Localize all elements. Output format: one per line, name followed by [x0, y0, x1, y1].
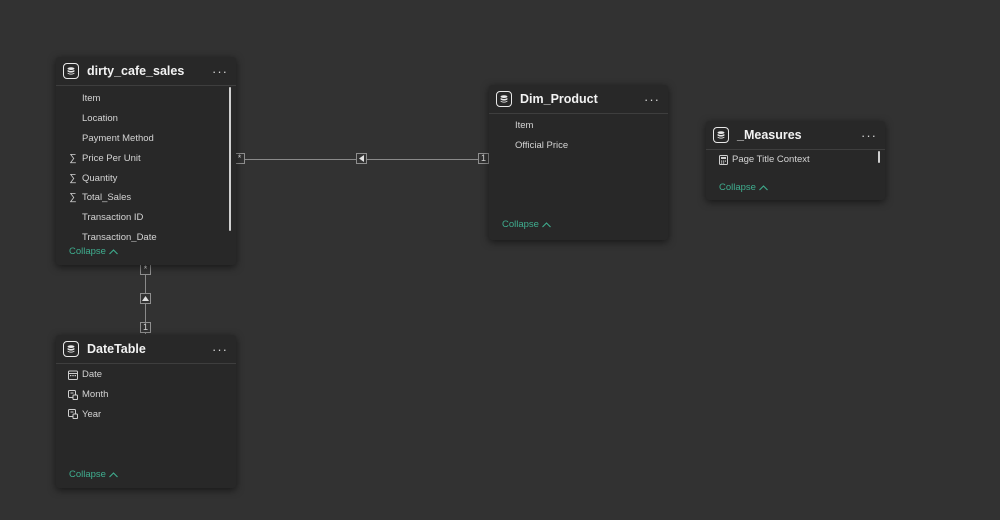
field-list: Item Official Price	[489, 114, 668, 156]
collapse-button[interactable]: Collapse	[69, 246, 118, 257]
collapse-button[interactable]: Collapse	[719, 182, 768, 193]
field-month[interactable]: Month	[56, 385, 236, 405]
collapse-label: Collapse	[719, 182, 756, 193]
field-official-price[interactable]: Official Price	[489, 136, 668, 156]
table-card-header[interactable]: DateTable ···	[56, 335, 236, 364]
relationship-many-marker: *	[140, 264, 151, 275]
field-label: Price Per Unit	[82, 152, 141, 164]
field-total-sales[interactable]: ∑ Total_Sales	[56, 188, 236, 208]
field-item[interactable]: Item	[489, 116, 668, 136]
field-label: Quantity	[82, 172, 118, 184]
field-quantity[interactable]: ∑ Quantity	[56, 168, 236, 188]
table-icon	[63, 341, 79, 357]
table-title: _Measures	[737, 128, 802, 142]
table-icon	[496, 91, 512, 107]
table-title: Dim_Product	[520, 92, 598, 106]
more-options-icon[interactable]: ···	[644, 93, 660, 106]
calendar-icon	[66, 370, 80, 380]
sigma-icon: ∑	[69, 172, 77, 184]
field-label: Transaction_Date	[82, 231, 157, 242]
chevron-up-icon	[109, 471, 118, 477]
more-options-icon[interactable]: ···	[212, 343, 228, 356]
table-title: DateTable	[87, 342, 146, 356]
sigma-icon: ∑	[69, 152, 77, 164]
field-label: Official Price	[515, 140, 569, 152]
field-label: Page Title Context	[732, 154, 810, 166]
more-options-icon[interactable]: ···	[212, 65, 228, 78]
field-label: Month	[82, 389, 109, 401]
collapse-button[interactable]: Collapse	[502, 219, 551, 230]
chevron-up-icon	[109, 248, 118, 254]
collapse-button[interactable]: Collapse	[69, 469, 118, 480]
field-label: Total_Sales	[82, 192, 132, 204]
field-transaction-date[interactable]: Transaction_Date	[56, 228, 236, 242]
cross-filter-direction-icon[interactable]	[140, 293, 151, 304]
field-price-per-unit[interactable]: ∑ Price Per Unit	[56, 148, 236, 168]
chevron-up-icon	[759, 184, 768, 190]
field-payment-method[interactable]: Payment Method	[56, 129, 236, 149]
table-card-header[interactable]: dirty_cafe_sales ···	[56, 57, 236, 86]
collapse-label: Collapse	[69, 246, 106, 257]
field-list: Date Month Year	[56, 364, 236, 424]
calculator-icon	[716, 154, 730, 165]
collapse-label: Collapse	[69, 469, 106, 480]
table-card-dim-product[interactable]: Dim_Product ··· Item Official Price Coll…	[489, 85, 668, 240]
field-page-title-context[interactable]: Page Title Context	[706, 150, 885, 170]
scrollbar[interactable]	[878, 151, 880, 163]
field-label: Year	[82, 408, 102, 420]
more-options-icon[interactable]: ···	[861, 129, 877, 142]
scrollbar[interactable]	[229, 87, 231, 231]
table-card-datetable[interactable]: DateTable ··· Date Month Year Collapse	[56, 335, 236, 488]
field-label: Transaction ID	[82, 212, 144, 224]
field-label: Location	[82, 113, 118, 125]
sigma-icon: ∑	[69, 192, 77, 204]
field-year[interactable]: Year	[56, 405, 236, 425]
field-location[interactable]: Location	[56, 109, 236, 129]
table-icon	[713, 127, 729, 143]
relationship-one-marker: 1	[478, 153, 489, 164]
hierarchy-icon	[66, 389, 80, 400]
field-label: Payment Method	[82, 132, 154, 144]
field-list: Page Title Context	[706, 150, 885, 170]
table-card-header[interactable]: _Measures ···	[706, 121, 885, 150]
field-label: Date	[82, 369, 103, 381]
chevron-up-icon	[542, 221, 551, 227]
field-item[interactable]: Item	[56, 89, 236, 109]
field-label: Item	[515, 120, 534, 132]
table-card-dirty-cafe-sales[interactable]: dirty_cafe_sales ··· Item Location Payme…	[56, 57, 236, 265]
hierarchy-icon	[66, 409, 80, 420]
table-card-header[interactable]: Dim_Product ···	[489, 85, 668, 114]
table-icon	[63, 63, 79, 79]
relationship-one-marker: 1	[140, 322, 151, 333]
table-title: dirty_cafe_sales	[87, 64, 185, 78]
cross-filter-direction-icon[interactable]	[356, 153, 367, 164]
field-label: Item	[82, 93, 101, 105]
field-date[interactable]: Date	[56, 365, 236, 385]
table-card-measures[interactable]: _Measures ··· Page Title Context Collaps…	[706, 121, 885, 200]
field-list: Item Location Payment Method ∑ Price Per …	[56, 86, 236, 242]
collapse-label: Collapse	[502, 219, 539, 230]
field-transaction-id[interactable]: Transaction ID	[56, 208, 236, 228]
